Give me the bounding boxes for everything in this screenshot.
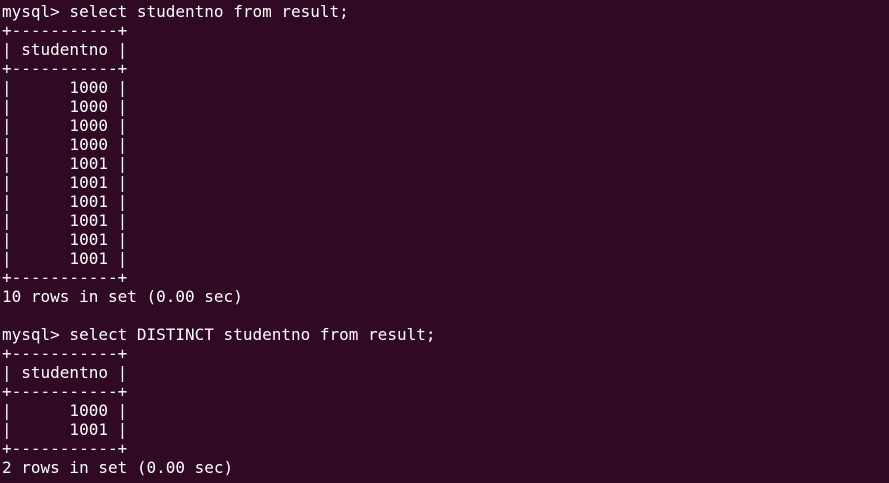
table-row: | 1000 |	[2, 78, 128, 97]
terminal-window[interactable]: mysql> select studentno from result; +--…	[0, 0, 889, 483]
table-border: +-----------+	[2, 344, 128, 363]
result-summary-2: 2 rows in set (0.00 sec)	[2, 458, 234, 477]
command-line-1: mysql> select studentno from result;	[2, 2, 349, 21]
table-row: | 1001 |	[2, 211, 128, 230]
table-border: +-----------+	[2, 382, 128, 401]
table-header: | studentno |	[2, 363, 128, 382]
table-row: | 1001 |	[2, 173, 128, 192]
table-border: +-----------+	[2, 268, 128, 287]
table-row: | 1000 |	[2, 97, 128, 116]
table-row: | 1000 |	[2, 135, 128, 154]
table-border: +-----------+	[2, 439, 128, 458]
table-row: | 1001 |	[2, 154, 128, 173]
table-border: +-----------+	[2, 59, 128, 78]
table-row: | 1001 |	[2, 249, 128, 268]
table-border: +-----------+	[2, 21, 128, 40]
table-header: | studentno |	[2, 40, 128, 59]
table-row: | 1001 |	[2, 192, 128, 211]
table-row: | 1001 |	[2, 420, 128, 439]
table-row: | 1000 |	[2, 116, 128, 135]
command-line-2: mysql> select DISTINCT studentno from re…	[2, 325, 436, 344]
table-row: | 1000 |	[2, 401, 128, 420]
table-row: | 1001 |	[2, 230, 128, 249]
result-summary-1: 10 rows in set (0.00 sec)	[2, 287, 243, 306]
